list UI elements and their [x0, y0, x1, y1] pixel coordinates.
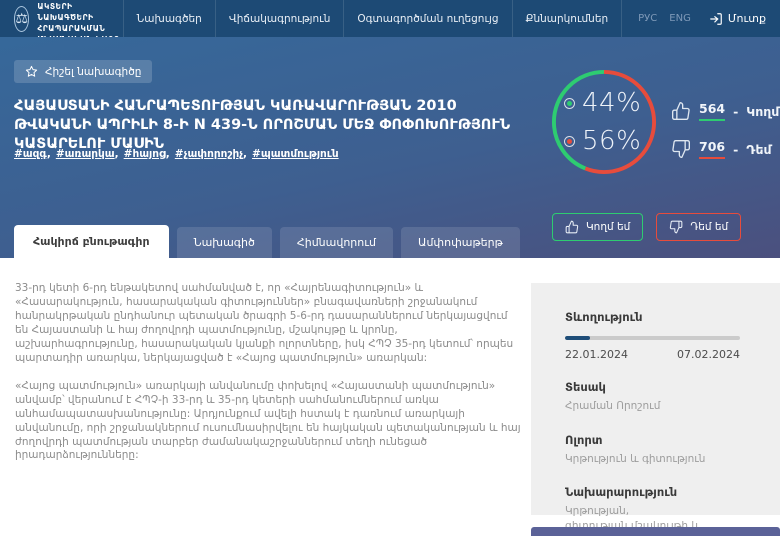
end-date: 07.02.2024: [677, 348, 740, 361]
nav-item-statistics[interactable]: Վիճակագրություն: [215, 0, 344, 37]
scales-emblem-icon: ⚖: [14, 6, 29, 32]
language-switcher: РУС ENG: [621, 0, 701, 37]
for-count-label: Կողմ: [746, 104, 779, 119]
against-percentage: 56%: [582, 126, 641, 156]
against-count: 706: [699, 139, 725, 159]
duration-progress: [565, 336, 740, 340]
duration-label: Տևողություն: [565, 310, 740, 324]
for-counter-row: 564 - Կողմ: [671, 101, 779, 121]
hashtag[interactable]: #ազգ: [14, 148, 47, 160]
description-paragraph: 33-րդ կետի 6-րդ ենթակետով սահմանված է, ո…: [15, 282, 521, 366]
hashtag-separator: ,: [166, 148, 170, 160]
vote-for-label: Կողմ եմ: [586, 221, 630, 233]
logo-line-1: ԻՐԱՎԱԿԱՆ ԱԿՏԵՐԻ ՆԱԽԱԳԾԵՐԻ: [37, 0, 122, 24]
sector-value: Կրթություն և գիտություն: [565, 452, 740, 467]
hashtag[interactable]: #հայոց: [124, 148, 166, 160]
for-percentage-row: 44%: [564, 88, 641, 118]
hashtag-separator: ,: [47, 148, 51, 160]
duration-dates: 22.01.2024 07.02.2024: [565, 348, 740, 361]
type-value: Հրաման Որոշում: [565, 399, 740, 414]
vote-for-button[interactable]: Կողմ եմ: [552, 213, 643, 241]
tab-brief-description[interactable]: Հակիրճ բնութագիր: [14, 225, 169, 258]
counter-separator: -: [733, 142, 738, 157]
tab-justification[interactable]: Հիմնավորում: [280, 227, 393, 258]
hashtag[interactable]: #չափորոշիչ: [175, 148, 243, 160]
sector-label: Ոլորտ: [565, 433, 740, 447]
against-count-label: Դեմ: [746, 142, 771, 157]
login-label: Մուտք: [728, 12, 766, 25]
vote-counters: 564 - Կողմ 706 - Դեմ: [671, 101, 779, 159]
ministry-label: Նախարարություն: [565, 485, 740, 499]
thumbs-down-icon: [669, 220, 683, 234]
main-area: 33-րդ կետի 6-րդ ենթակետով սահմանված է, ո…: [0, 258, 780, 536]
vote-buttons: Կողմ եմ Դեմ եմ: [552, 213, 741, 241]
hashtag[interactable]: #պատմություն: [252, 148, 339, 160]
start-date: 22.01.2024: [565, 348, 628, 361]
star-icon: [25, 65, 38, 78]
tab-summary-sheet[interactable]: Ամփոփաթերթ: [401, 227, 520, 258]
draft-tabs: Հակիրճ բնութագիր Նախագիծ Հիմնավորում Ամփ…: [14, 225, 520, 258]
log-in-icon: [709, 12, 723, 26]
remember-draft-label: Հիշել նախագիծը: [45, 66, 141, 78]
nav-item-usage-guide[interactable]: Օգտագործման ուղեցույց: [343, 0, 511, 37]
hashtag-separator: ,: [243, 148, 247, 160]
hashtag-list: #ազգ,#առարկա,#հայոց,#չափորոշիչ,#պատմությ…: [14, 148, 339, 160]
thumbs-up-icon: [565, 220, 579, 234]
bottom-panel-partial[interactable]: [531, 527, 780, 536]
against-percentage-row: 56%: [564, 126, 641, 156]
remember-draft-button[interactable]: Հիշել նախագիծը: [14, 60, 152, 83]
vote-percentages: 44% 56%: [550, 68, 658, 176]
top-navigation: Նախագծեր Վիճակագրություն Օգտագործման ուղ…: [123, 0, 770, 37]
lang-rus[interactable]: РУС: [632, 13, 663, 24]
type-item: Տեսակ Հրաման Որոշում: [565, 380, 740, 414]
top-bar: ⚖ ԻՐԱՎԱԿԱՆ ԱԿՏԵՐԻ ՆԱԽԱԳԾԵՐԻ ՀՐԱՊԱՐԱԿՄԱՆ …: [0, 0, 780, 37]
thumbs-down-icon: [671, 139, 691, 159]
description-paragraph: «Հայոց պատմություն» առարկայի անվանումը փ…: [15, 380, 521, 464]
site-logo[interactable]: ⚖ ԻՐԱՎԱԿԱՆ ԱԿՏԵՐԻ ՆԱԽԱԳԾԵՐԻ ՀՐԱՊԱՐԱԿՄԱՆ …: [14, 0, 123, 37]
vote-against-label: Դեմ եմ: [690, 221, 728, 233]
thumbs-up-icon: [671, 101, 691, 121]
nav-item-discussions[interactable]: Քննարկումներ: [512, 0, 622, 37]
for-percentage: 44%: [582, 88, 641, 118]
draft-hero-section: Հիշել նախագիծը ՀԱՅԱՍՏԱՆԻ ՀԱՆՐԱՊԵՏՈՒԹՅԱՆ …: [0, 37, 780, 258]
type-label: Տեսակ: [565, 380, 740, 394]
vote-against-button[interactable]: Դեմ եմ: [656, 213, 741, 241]
duration-progress-fill: [565, 336, 590, 340]
nav-item-drafts[interactable]: Նախագծեր: [123, 0, 215, 37]
hashtag[interactable]: #առարկա: [56, 148, 115, 160]
green-dot-icon: [564, 98, 575, 109]
red-dot-icon: [564, 136, 575, 147]
hashtag-separator: ,: [115, 148, 119, 160]
against-counter-row: 706 - Դեմ: [671, 139, 779, 159]
tab-draft[interactable]: Նախագիծ: [177, 227, 272, 258]
sector-item: Ոլորտ Կրթություն և գիտություն: [565, 433, 740, 467]
brief-description-content: 33-րդ կետի 6-րդ ենթակետով սահմանված է, ո…: [15, 282, 521, 477]
draft-meta-card: Տևողություն 22.01.2024 07.02.2024 Տեսակ …: [531, 283, 780, 515]
lang-eng[interactable]: ENG: [663, 13, 697, 24]
login-button[interactable]: Մուտք: [701, 0, 770, 37]
for-count: 564: [699, 101, 725, 121]
counter-separator: -: [733, 104, 738, 119]
vote-donut-chart: 44% 56%: [550, 68, 658, 176]
draft-title: ՀԱՅԱՍՏԱՆԻ ՀԱՆՐԱՊԵՏՈՒԹՅԱՆ ԿԱՌԱՎԱՐՈՒԹՅԱՆ 2…: [14, 97, 524, 154]
